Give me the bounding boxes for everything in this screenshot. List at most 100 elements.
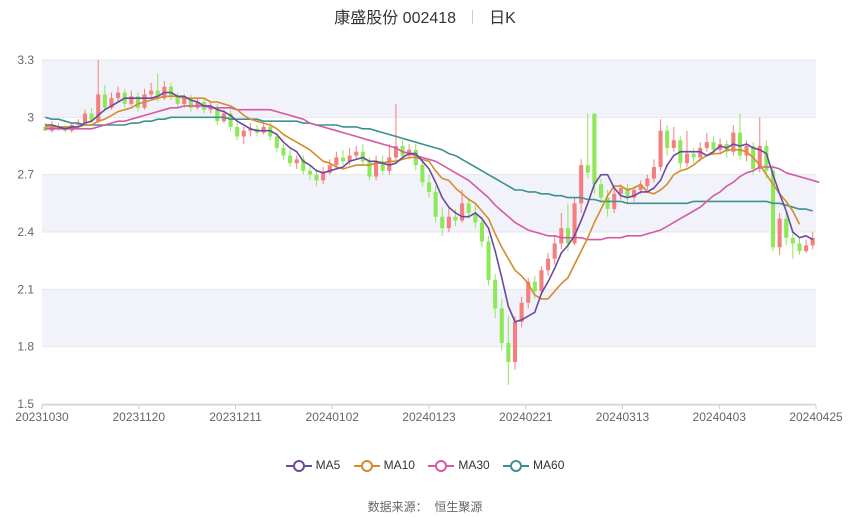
y-tick-label: 1.5	[17, 397, 34, 411]
candle-body	[460, 203, 465, 221]
x-tick-label: 20240425	[789, 410, 843, 424]
candle[interactable]	[684, 130, 690, 168]
data-source: 数据来源： 恒生聚源	[0, 498, 850, 515]
candle-body	[559, 228, 564, 244]
candle[interactable]	[797, 237, 802, 255]
y-tick-label: 2.4	[17, 225, 34, 239]
candle-body	[334, 157, 339, 166]
candle-body	[340, 157, 346, 162]
x-tick-label: 20231211	[209, 410, 262, 424]
legend-label-ma30: MA30	[458, 458, 490, 472]
candle-body	[704, 142, 709, 148]
candle[interactable]	[294, 155, 299, 169]
candle[interactable]	[235, 123, 240, 141]
x-tick-label: 20240102	[306, 410, 360, 424]
candle-body	[539, 270, 544, 292]
candle-body	[658, 130, 663, 168]
legend-item-ma5[interactable]: MA5	[285, 458, 341, 472]
candle[interactable]	[585, 113, 590, 179]
legend-label-ma5: MA5	[315, 458, 341, 472]
x-tick-label: 20240403	[693, 410, 747, 424]
candle[interactable]	[671, 126, 676, 152]
candle-body	[585, 165, 590, 173]
x-tick-label: 20231120	[113, 410, 166, 424]
legend-item-ma60[interactable]: MA60	[503, 458, 564, 472]
candle[interactable]	[546, 253, 551, 276]
candle-body	[499, 308, 504, 343]
candle-body	[684, 153, 690, 164]
candle-body	[731, 132, 736, 152]
candle-body	[645, 178, 650, 187]
candle-body	[512, 321, 518, 362]
candle[interactable]	[340, 149, 346, 166]
candle[interactable]	[777, 212, 782, 255]
candle-body	[168, 86, 174, 97]
candle-body	[711, 142, 716, 150]
candle-body	[420, 165, 425, 183]
x-tick-label: 20240313	[596, 410, 650, 424]
chart-root: 康盛股份 002418 日K 3.3 3 2.7 2.4 2.1 1.8 1.5 202310…	[0, 0, 850, 517]
candle[interactable]	[327, 159, 332, 175]
ma30-legend-icon	[428, 459, 455, 472]
candle-body	[433, 191, 438, 217]
candle-body	[479, 222, 484, 242]
candle[interactable]	[387, 144, 392, 175]
candle[interactable]	[790, 232, 795, 259]
source-label: 数据来源：	[367, 500, 428, 514]
x-axis: 20231030 20231120 20231211 20240102 20240123…	[15, 404, 843, 424]
candle-body	[804, 245, 809, 252]
candle-body	[790, 237, 795, 244]
y-tick-label: 2.7	[17, 168, 34, 182]
candle-body	[466, 203, 471, 213]
candle[interactable]	[486, 235, 491, 286]
legend-label-ma10: MA10	[383, 458, 415, 472]
candle-body	[102, 94, 107, 108]
candle-body	[651, 167, 656, 179]
candle[interactable]	[737, 113, 742, 160]
candle-body	[598, 184, 604, 198]
candle[interactable]	[281, 144, 286, 160]
candle-body	[261, 126, 266, 133]
candle[interactable]	[724, 140, 729, 158]
ma60-legend-icon	[503, 459, 530, 472]
candle-body	[182, 98, 187, 104]
candle-body	[321, 172, 326, 181]
candle[interactable]	[512, 316, 518, 370]
y-tick-label: 1.8	[17, 340, 34, 354]
legend-label-ma60: MA60	[533, 458, 565, 472]
legend-item-ma30[interactable]: MA30	[428, 458, 490, 472]
candle-body	[592, 113, 597, 185]
plot-band	[42, 289, 816, 347]
candle[interactable]	[241, 126, 246, 145]
candle-body	[82, 113, 88, 124]
x-tick-label: 20240123	[402, 410, 456, 424]
candle-body	[777, 218, 782, 248]
candle[interactable]	[354, 146, 359, 160]
candle-body	[784, 218, 789, 238]
kline-chart[interactable]: 3.332.72.42.11.81.5 20231030 20231120 2023…	[0, 0, 850, 517]
y-tick-label: 2.1	[17, 282, 34, 296]
candle[interactable]	[288, 149, 293, 168]
candle[interactable]	[665, 124, 670, 156]
candle[interactable]	[804, 239, 809, 254]
candle-body	[797, 243, 802, 252]
y-tick-label: 3.3	[17, 53, 34, 67]
candle-body	[367, 161, 372, 177]
candle[interactable]	[691, 147, 696, 164]
candle-body	[671, 140, 676, 148]
candle[interactable]	[658, 119, 663, 171]
legend-item-ma10[interactable]: MA10	[353, 458, 415, 472]
candle[interactable]	[360, 144, 365, 166]
candle-body	[565, 228, 570, 244]
candle-body	[532, 281, 537, 292]
candle[interactable]	[704, 132, 709, 152]
x-tick-label: 20240221	[499, 410, 553, 424]
candle-body	[493, 279, 498, 309]
x-tick-label: 20231030	[15, 410, 69, 424]
candle-body	[235, 126, 240, 137]
candle[interactable]	[731, 124, 736, 156]
candle[interactable]	[380, 155, 385, 175]
candle-body	[737, 132, 742, 156]
candle[interactable]	[552, 235, 557, 265]
candle[interactable]	[810, 232, 815, 250]
